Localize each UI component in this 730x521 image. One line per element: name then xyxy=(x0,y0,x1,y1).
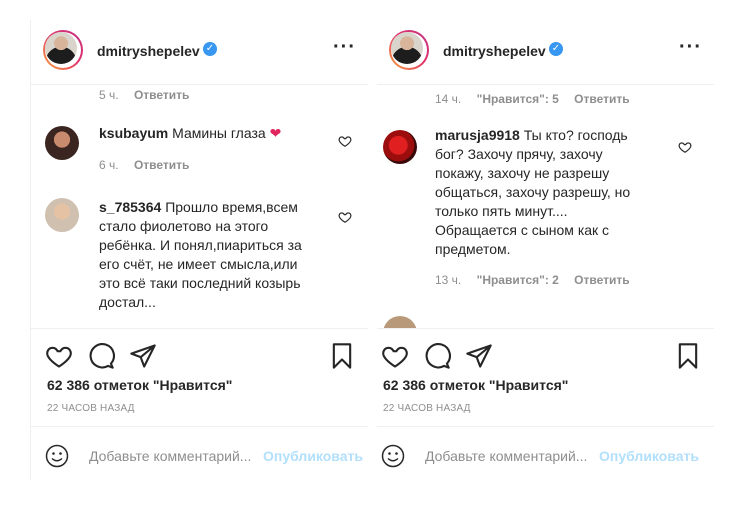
author-username[interactable]: dmitryshepelev xyxy=(443,43,546,59)
like-heart-icon[interactable] xyxy=(45,342,73,370)
comment-input[interactable]: Добавьте комментарий... xyxy=(89,448,251,464)
comment-likes[interactable]: "Нравится": 2 xyxy=(477,273,559,287)
comment-time: 14 ч. xyxy=(435,92,462,106)
comments-divider xyxy=(377,328,714,329)
comment-text: Мамины глаза xyxy=(172,125,266,141)
comments-list[interactable]: 14 ч. "Нравится": 5 Ответить marusja9918… xyxy=(377,86,714,328)
commenter-avatar[interactable] xyxy=(383,130,417,164)
verified-badge-icon: ✓ xyxy=(549,42,563,56)
more-options-icon[interactable]: ··· xyxy=(679,36,702,59)
comment-meta: 6 ч. Ответить xyxy=(99,156,319,175)
commenter-username[interactable]: ksubayum xyxy=(99,125,168,141)
add-comment-bar: Добавьте комментарий... Опубликовать xyxy=(31,426,368,480)
header-divider xyxy=(31,84,368,85)
comment-text: Прошло время,всем стало фиолетово на это… xyxy=(99,199,302,310)
post-panel-right: dmitryshepelev ✓ ··· 14 ч. "Нравится": 5… xyxy=(377,20,714,480)
bookmark-icon[interactable] xyxy=(674,342,702,370)
reply-button[interactable]: Ответить xyxy=(134,88,189,102)
post-panel-left: dmitryshepelev ✓ ··· 5 ч. Ответить ksuba… xyxy=(30,20,368,480)
post-header: dmitryshepelev ✓ ··· xyxy=(377,30,714,72)
emoji-icon[interactable] xyxy=(45,444,69,468)
reply-button[interactable]: Ответить xyxy=(574,92,629,106)
reply-button[interactable]: Ответить xyxy=(574,273,629,287)
comment-icon[interactable] xyxy=(87,342,115,370)
comment-likes[interactable]: "Нравится": 5 xyxy=(477,92,559,106)
comment-input[interactable]: Добавьте комментарий... xyxy=(425,448,587,464)
reply-button[interactable]: Ответить xyxy=(134,158,189,172)
commenter-avatar[interactable] xyxy=(45,198,79,232)
comment-text: Ты кто? господь бог? Захочу прячу, захоч… xyxy=(435,127,631,257)
comment-meta: 13 ч. "Нравится": 2 Ответить xyxy=(435,271,647,290)
commenter-username[interactable]: marusja9918 xyxy=(435,127,520,143)
add-comment-bar: Добавьте комментарий... Опубликовать xyxy=(377,426,714,480)
comment-meta: 14 ч. "Нравится": 5 Ответить xyxy=(435,92,642,106)
header-divider xyxy=(377,84,714,85)
author-username[interactable]: dmitryshepelev xyxy=(97,43,200,59)
author-avatar[interactable] xyxy=(389,30,429,70)
more-options-icon[interactable]: ··· xyxy=(333,36,356,59)
post-header: dmitryshepelev ✓ ··· xyxy=(31,30,368,72)
comment-time: 5 ч. xyxy=(99,88,119,102)
like-heart-icon[interactable] xyxy=(381,342,409,370)
comment-icon[interactable] xyxy=(423,342,451,370)
heart-icon[interactable] xyxy=(678,140,692,154)
comment-body: s_785364 Прошло время,всем стало фиолето… xyxy=(99,198,319,312)
comments-divider xyxy=(31,328,368,329)
commenter-avatar[interactable] xyxy=(45,126,79,160)
post-actions xyxy=(377,342,714,372)
bookmark-icon[interactable] xyxy=(328,342,356,370)
likes-count[interactable]: 62 386 отметок "Нравится" xyxy=(383,377,568,393)
commenter-avatar[interactable] xyxy=(383,316,417,328)
heart-emoji: ❤ xyxy=(269,125,282,141)
emoji-icon[interactable] xyxy=(381,444,405,468)
verified-badge-icon: ✓ xyxy=(203,42,217,56)
comment-time: 6 ч. xyxy=(99,158,119,172)
publish-button[interactable]: Опубликовать xyxy=(263,448,363,464)
comments-list[interactable]: 5 ч. Ответить ksubayum Мамины глаза ❤ 6 … xyxy=(31,86,368,328)
heart-icon[interactable] xyxy=(338,134,352,148)
post-time: 22 ЧАСОВ НАЗАД xyxy=(47,403,135,414)
post-time: 22 ЧАСОВ НАЗАД xyxy=(383,403,471,414)
likes-count[interactable]: 62 386 отметок "Нравится" xyxy=(47,377,232,393)
commenter-username[interactable]: s_785364 xyxy=(99,199,161,215)
author-avatar[interactable] xyxy=(43,30,83,70)
share-icon[interactable] xyxy=(465,342,493,370)
share-icon[interactable] xyxy=(129,342,157,370)
publish-button[interactable]: Опубликовать xyxy=(599,448,699,464)
comment-body: marusja9918 Ты кто? господь бог? Захочу … xyxy=(435,126,647,290)
post-actions xyxy=(31,342,368,372)
heart-icon[interactable] xyxy=(338,210,352,224)
comment-body: ksubayum Мамины глаза ❤ 6 ч. Ответить xyxy=(99,124,319,175)
comment-meta: 5 ч. Ответить xyxy=(99,88,201,102)
comment-time: 13 ч. xyxy=(435,273,462,287)
